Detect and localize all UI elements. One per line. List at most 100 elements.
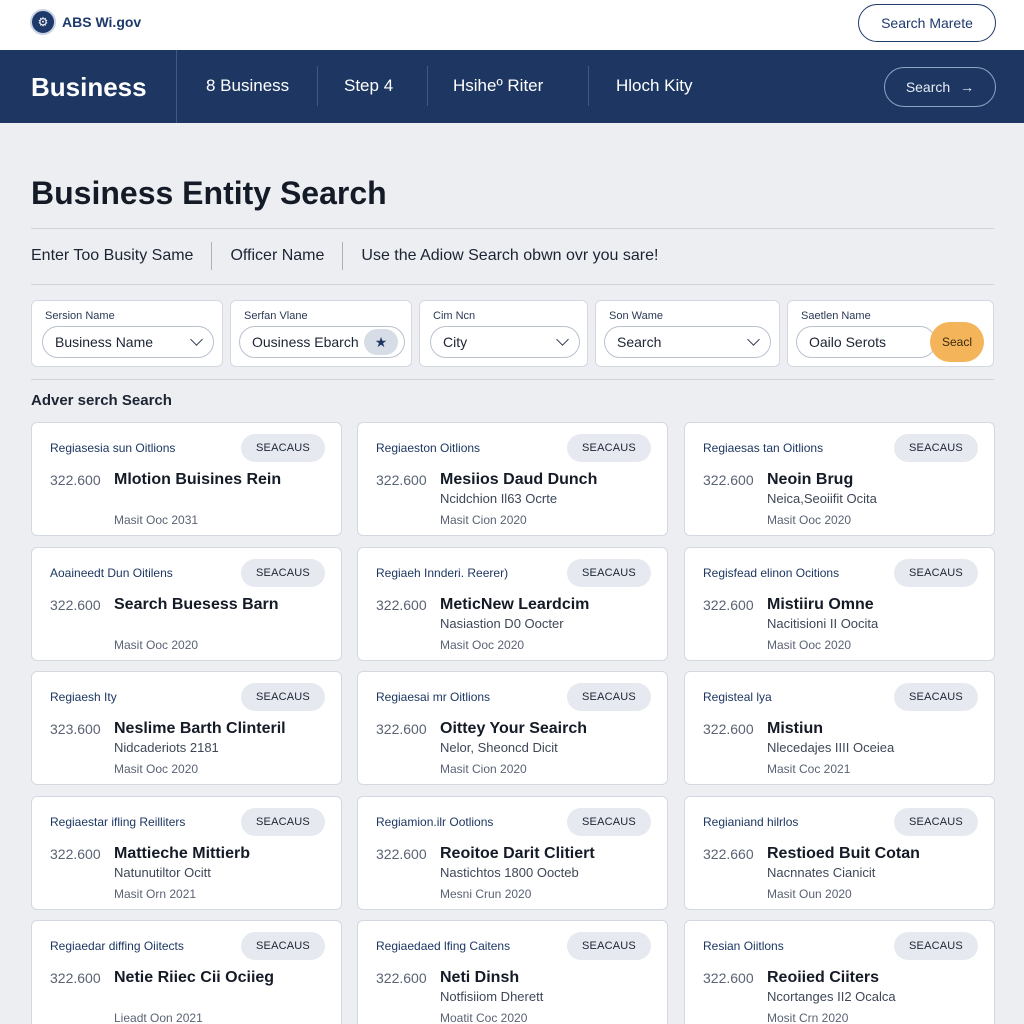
card-subtitle: Ncortanges II2 Ocalca: [767, 989, 896, 1004]
result-card[interactable]: Regiaedaed lfing Caitens SEACAUS 322.600 Ne…: [357, 920, 668, 1024]
card-business-name: Mesiios Daud Dunch: [440, 471, 598, 488]
nav-item-city[interactable]: Hloch Kity: [616, 76, 693, 96]
card-number: 322.600: [50, 970, 101, 986]
nav-bar: Business 8 Business Step 4 Hsiheº Riter …: [0, 50, 1024, 123]
result-card[interactable]: Regiaesai mr Oitlions SEACAUS 322.600 Oitte…: [357, 671, 668, 785]
result-card[interactable]: Regiaesas tan Oitlions SEACAUS 322.600 Neoi…: [684, 422, 995, 536]
card-subtitle: Nelor, Sheoncd Dicit: [440, 740, 558, 755]
result-card[interactable]: Regiaedar diffing Oiitects SEACAUS 322.600…: [31, 920, 342, 1024]
card-number: 322.600: [703, 721, 754, 737]
status-input[interactable]: Oailo Serots: [796, 326, 936, 358]
tab-entity-name[interactable]: Enter Too Busity Same: [31, 247, 211, 265]
card-business-name: Restioed Buit Cotan: [767, 845, 920, 862]
divider: [31, 379, 994, 380]
card-business-name: Reoiied Ciiters: [767, 969, 880, 986]
card-category: Regianiand hilrlos: [703, 815, 799, 829]
card-category: Aoaineedt Dun Oitilens: [50, 566, 173, 580]
nav-item-business[interactable]: 8 Business: [206, 76, 289, 96]
card-number: 322.600: [376, 970, 427, 986]
result-card[interactable]: Aoaineedt Dun Oitilens SEACAUS 322.600 Sear…: [31, 547, 342, 661]
filter-value: Business Name: [55, 334, 154, 350]
card-subtitle: Notfisiiom Dherett: [440, 989, 544, 1004]
card-number: 322.600: [376, 472, 427, 488]
tab-officer-name[interactable]: Officer Name: [230, 247, 342, 265]
result-card[interactable]: Resian Oiitlons SEACAUS 322.600 Reoiied Cii…: [684, 920, 995, 1024]
status-badge[interactable]: SEACAUS: [894, 683, 978, 711]
status-badge[interactable]: SEACAUS: [567, 808, 651, 836]
status-badge[interactable]: SEACAUS: [241, 683, 325, 711]
status-badge[interactable]: SEACAUS: [894, 932, 978, 960]
page-title: Business Entity Search: [31, 175, 387, 211]
card-date: Masit Ooc 2020: [440, 638, 525, 652]
result-card[interactable]: Regiaeh Innderi. Reerer) SEACAUS 322.600 Me…: [357, 547, 668, 661]
nav-item-filter[interactable]: Hsiheº Riter: [453, 76, 543, 96]
result-card[interactable]: Regiamion.ilr Ootlions SEACAUS 322.600 Reoi…: [357, 796, 668, 910]
card-category: Regiasesia sun Oitlions: [50, 441, 176, 455]
card-date: Masit Orn 2021: [114, 887, 197, 901]
business-name-select[interactable]: Business Name: [42, 326, 214, 358]
divider: [31, 228, 994, 229]
card-category: Regiaesas tan Oitlions: [703, 441, 824, 455]
card-date: Masit Ooc 2020: [767, 513, 852, 527]
card-date: Masit Oun 2020: [767, 887, 852, 901]
card-date: Mesni Crun 2020: [440, 887, 532, 901]
status-badge[interactable]: SEACAUS: [894, 808, 978, 836]
result-card[interactable]: Regiaeston Oitlions SEACAUS 322.600 Mesiios…: [357, 422, 668, 536]
top-search-button[interactable]: Search Marete: [858, 4, 996, 42]
status-badge[interactable]: SEACAUS: [241, 434, 325, 462]
card-subtitle: Nacnnates Cianicit: [767, 865, 876, 880]
business-search-input[interactable]: Ousiness Ebarch ★: [239, 326, 405, 358]
card-category: Regiaeh Innderi. Reerer): [376, 566, 509, 580]
status-badge[interactable]: SEACAUS: [567, 559, 651, 587]
search-submit-button[interactable]: Seacl: [930, 322, 984, 362]
card-date: Masit Ooc 2020: [767, 638, 852, 652]
card-date: Lieadt Oon 2021: [114, 1011, 203, 1024]
city-select[interactable]: City: [430, 326, 580, 358]
status-badge[interactable]: SEACAUS: [241, 932, 325, 960]
card-business-name: Neslime Barth Clinteril: [114, 720, 286, 737]
nav-divider: [588, 66, 589, 106]
card-number: 322.600: [50, 846, 101, 862]
card-category: Regiaeston Oitlions: [376, 441, 481, 455]
card-subtitle: Nlecedajes IIII Oceiea: [767, 740, 895, 755]
status-badge[interactable]: SEACAUS: [241, 808, 325, 836]
card-business-name: Mattieche Mittierb: [114, 845, 251, 862]
status-badge[interactable]: SEACAUS: [567, 683, 651, 711]
filter-label: Saetlen Name: [801, 310, 871, 322]
card-number: 322.600: [376, 846, 427, 862]
nav-search-button[interactable]: Search →: [884, 67, 996, 107]
card-number: 322.600: [703, 597, 754, 613]
filter-value: Ousiness Ebarch: [252, 334, 359, 350]
card-business-name: MeticNew Leardcim: [440, 596, 590, 613]
result-card[interactable]: Regiasesia sun Oitlions SEACAUS 322.600 Mlo…: [31, 422, 342, 536]
status-badge[interactable]: SEACAUS: [567, 434, 651, 462]
nav-title: Business: [31, 72, 147, 102]
card-number: 322.600: [50, 597, 101, 613]
card-business-name: Reoitoe Darit Clitiert: [440, 845, 595, 862]
tab-advanced-search[interactable]: Use the Adiow Search obwn ovr you sare!: [361, 247, 676, 265]
pin-icon[interactable]: ★: [364, 329, 398, 355]
result-card[interactable]: Regiaesh Ity SEACAUS 323.600 Neslime Barth …: [31, 671, 342, 785]
top-bar: ⚙ ABS Wi.gov Search Marete: [0, 0, 1024, 50]
status-badge[interactable]: SEACAUS: [894, 434, 978, 462]
brand[interactable]: ⚙ ABS Wi.gov: [30, 9, 141, 35]
card-subtitle: Nastichtos 1800 Oocteb: [440, 865, 579, 880]
card-business-name: Neoin Brug: [767, 471, 854, 488]
status-badge[interactable]: SEACAUS: [241, 559, 325, 587]
card-date: Moatit Coc 2020: [440, 1011, 528, 1024]
arrow-right-icon: →: [960, 79, 975, 95]
result-card[interactable]: Regisfead elinon Ocitions SEACAUS 322.600 M…: [684, 547, 995, 661]
result-card[interactable]: Regianiand hilrlos SEACAUS 322.660 Restioed…: [684, 796, 995, 910]
card-date: Mosit Crn 2020: [767, 1011, 849, 1024]
card-category: Registeal lya: [703, 690, 772, 704]
status-badge[interactable]: SEACAUS: [894, 559, 978, 587]
brand-name: ABS Wi.gov: [62, 14, 142, 30]
result-card[interactable]: Regiaestar ifling Reilliters SEACAUS 322.6…: [31, 796, 342, 910]
card-category: Regiaesh Ity: [50, 690, 117, 704]
result-card[interactable]: Registeal lya SEACAUS 322.600 Mistiun Nleced…: [684, 671, 995, 785]
search-select[interactable]: Search: [604, 326, 771, 358]
chevron-down-icon: [556, 333, 569, 346]
card-number: 322.660: [703, 846, 754, 862]
status-badge[interactable]: SEACAUS: [567, 932, 651, 960]
nav-item-step[interactable]: Step 4: [344, 76, 393, 96]
